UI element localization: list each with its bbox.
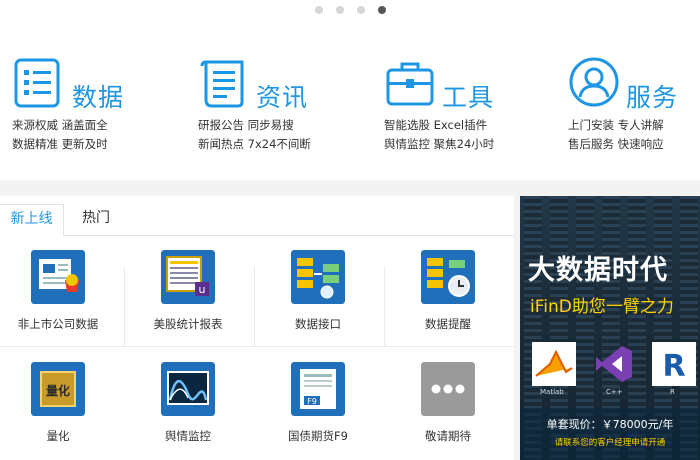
app-label: 量化 — [46, 429, 70, 443]
data-interface-icon — [291, 250, 345, 304]
feature-title: 工具 — [442, 83, 495, 112]
feature-title: 数据 — [72, 83, 125, 112]
tab-popular[interactable]: 热门 — [66, 204, 126, 236]
cpp-logo-icon — [596, 346, 632, 382]
feature-line: 舆情监控 聚焦24小时 — [384, 137, 495, 151]
feature-head: 服务 — [568, 56, 700, 116]
feature-line: 售后服务 快速响应 — [568, 137, 664, 151]
app-tile-quant[interactable]: 量化 量化 — [0, 348, 122, 458]
list-document-icon — [14, 58, 60, 108]
feature-row: 数据 来源权威 涵盖面全 数据精准 更新及时 资讯 研报公告 同步易搜 新闻热点… — [0, 52, 700, 172]
us-stock-report-icon: u — [161, 250, 215, 304]
quant-icon-text: 量化 — [46, 383, 70, 398]
sentiment-monitor-icon — [161, 362, 215, 416]
carousel-dot[interactable] — [335, 6, 344, 14]
bond-futures-icon: F9 — [291, 362, 345, 416]
carousel-dot-active[interactable] — [377, 6, 386, 14]
feature-line: 智能选股 Excel插件 — [384, 118, 488, 132]
company-data-icon — [31, 250, 85, 304]
app-label: 非上市公司数据 — [17, 317, 99, 331]
app-label: 舆情监控 — [165, 429, 211, 443]
feature-head: 数据 — [12, 56, 172, 116]
app-label: 数据提醒 — [425, 317, 471, 331]
app-tile-data-interface[interactable]: 数据接口 — [254, 236, 382, 346]
feature-head: 工具 — [384, 56, 544, 116]
feature-description: 上门安装 专人讲解 售后服务 快速响应 — [568, 116, 678, 154]
feature-line: 数据精准 更新及时 — [12, 137, 108, 151]
app-tile-company-data[interactable]: 非上市公司数据 — [0, 236, 122, 346]
bond-icon-text: F9 — [307, 397, 317, 406]
app-tile-coming-soon[interactable]: 敬请期待 — [384, 348, 512, 458]
carousel-dots — [0, 6, 700, 14]
data-reminder-icon — [421, 250, 475, 304]
matlab-logo-icon — [532, 342, 576, 386]
more-dots-icon — [421, 362, 475, 416]
feature-description: 来源权威 涵盖面全 数据精准 更新及时 — [12, 116, 112, 154]
carousel-dot[interactable] — [314, 6, 323, 14]
feature-title: 服务 — [626, 83, 679, 112]
app-tile-sentiment-monitor[interactable]: 舆情监控 — [124, 348, 252, 458]
app-panel: 新上线 热门 非上市公司数据 u 美股统计报表 数据接口 数据提醒 量化 量化 … — [0, 196, 514, 460]
feature-description: 智能选股 Excel插件 舆情监控 聚焦24小时 — [384, 116, 514, 154]
app-tile-us-stock-report[interactable]: u 美股统计报表 — [124, 236, 252, 346]
banner-note: 请联系您的客户经理申请开通 — [554, 438, 666, 448]
svg-text:u: u — [199, 283, 206, 296]
app-label: 国债期货F9 — [288, 429, 348, 443]
app-label: 敬请期待 — [425, 429, 471, 443]
r-logo-icon: R — [652, 342, 696, 386]
feature-line: 研报公告 同步易搜 — [198, 118, 294, 132]
promo-banner[interactable]: 大数据时代 iFinD助您一臂之力 Matlab C++ R R 单套现价：￥7… — [520, 196, 700, 460]
divider — [0, 346, 514, 347]
app-tile-bond-futures[interactable]: F9 国债期货F9 — [254, 348, 382, 458]
logo-label: C++ — [606, 388, 623, 396]
tab-new[interactable]: 新上线 — [0, 204, 64, 236]
feature-head: 资讯 — [198, 56, 358, 116]
app-tile-data-reminder[interactable]: 数据提醒 — [384, 236, 512, 346]
quant-chip-icon: 量化 — [31, 362, 85, 416]
tab-bar: 新上线 热门 — [0, 196, 514, 236]
feature-description: 研报公告 同步易搜 新闻热点 7x24不间断 — [198, 116, 328, 154]
feature-line: 来源权威 涵盖面全 — [12, 118, 108, 132]
banner-title: 大数据时代 — [528, 255, 668, 286]
logo-label: R — [670, 388, 675, 396]
toolbox-icon — [386, 62, 434, 106]
banner-subtitle: iFinD助您一臂之力 — [530, 297, 674, 317]
banner-price: 单套现价：￥78000元/年 — [546, 418, 674, 431]
carousel-dot[interactable] — [356, 6, 365, 14]
logo-label: Matlab — [540, 388, 564, 396]
user-service-icon — [569, 57, 619, 107]
feature-title: 资讯 — [256, 83, 309, 112]
feature-line: 上门安装 专人讲解 — [568, 118, 664, 132]
app-label: 美股统计报表 — [153, 317, 223, 331]
feature-line: 新闻热点 7x24不间断 — [198, 137, 311, 151]
app-label: 数据接口 — [295, 317, 341, 331]
r-logo-text: R — [662, 349, 685, 384]
newspaper-icon — [200, 60, 244, 108]
